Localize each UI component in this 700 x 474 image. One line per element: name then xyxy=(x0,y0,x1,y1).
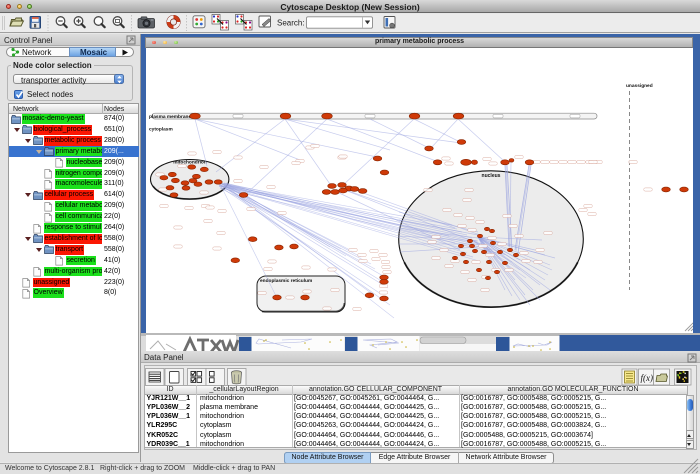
svg-text:f(x): f(x) xyxy=(641,373,654,383)
